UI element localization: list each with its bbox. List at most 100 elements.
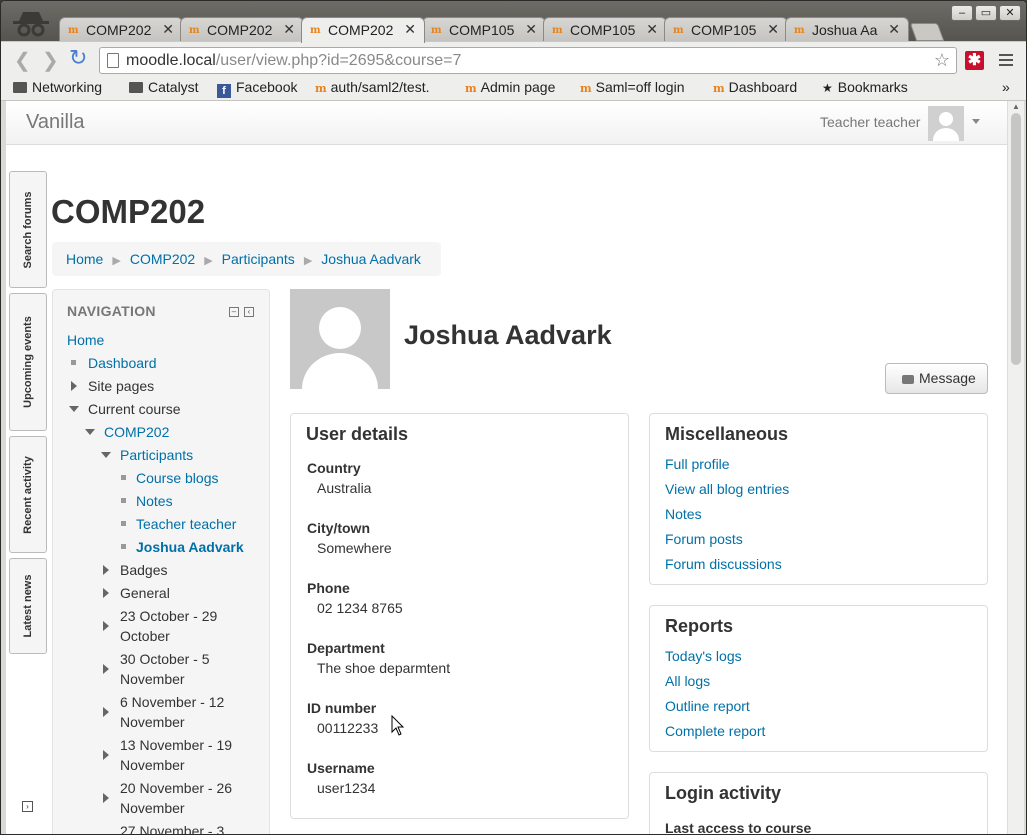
bookmark-admin-page[interactable]: m Admin page	[465, 79, 555, 95]
expand-arrow-icon[interactable]	[103, 621, 109, 631]
link-full-profile[interactable]: Full profile	[665, 456, 730, 472]
nav-week-1[interactable]: 23 October - 29 October	[120, 606, 217, 646]
breadcrumb-participants[interactable]: Participants	[222, 251, 295, 267]
bookmark-catalyst[interactable]: Catalyst	[129, 79, 199, 95]
expand-arrow-icon[interactable]	[71, 381, 77, 391]
collapse-arrow-icon[interactable]	[69, 406, 79, 412]
tab-3-active[interactable]: m COMP202 ✕	[301, 17, 425, 43]
minimize-button[interactable]: –	[951, 5, 973, 21]
bookmark-facebook[interactable]: f Facebook	[217, 79, 297, 98]
nav-participants[interactable]: Participants	[120, 445, 193, 465]
dock-upcoming-events[interactable]: Upcoming events	[9, 293, 47, 431]
nav-notes[interactable]: Notes	[136, 491, 173, 511]
nav-week-2[interactable]: 30 October - 5 November	[120, 649, 210, 689]
nav-course-comp202[interactable]: COMP202	[104, 422, 169, 442]
expand-arrow-icon[interactable]	[103, 565, 109, 575]
dock-block-icon[interactable]: ‹	[244, 307, 254, 317]
close-icon[interactable]: ✕	[767, 21, 779, 38]
link-complete-report[interactable]: Complete report	[665, 723, 765, 739]
nav-badges[interactable]: Badges	[120, 560, 167, 580]
country-label: Country	[307, 460, 361, 476]
breadcrumb-course[interactable]: COMP202	[130, 251, 195, 267]
tab-5[interactable]: m COMP105 ✕	[543, 17, 667, 43]
close-icon[interactable]: ✕	[888, 21, 900, 38]
expand-arrow-icon[interactable]	[103, 664, 109, 674]
dock-recent-activity[interactable]: Recent activity	[9, 436, 47, 553]
department-label: Department	[307, 640, 385, 656]
address-bar[interactable]: moodle.local/user/view.php?id=2695&cours…	[99, 47, 957, 74]
bookmark-dashboard[interactable]: m Dashboard	[713, 79, 797, 95]
bookmarks-overflow[interactable]: »	[1002, 79, 1010, 95]
close-icon[interactable]: ✕	[162, 21, 174, 38]
expand-arrow-icon[interactable]	[103, 793, 109, 803]
link-outline-report[interactable]: Outline report	[665, 698, 750, 714]
tab-1[interactable]: m COMP202 ✕	[59, 17, 183, 43]
expand-arrow-icon[interactable]	[103, 750, 109, 760]
tab-7[interactable]: m Joshua Aa ✕	[785, 17, 909, 43]
menu-icon[interactable]	[999, 54, 1013, 69]
collapse-arrow-icon[interactable]	[101, 452, 111, 458]
maximize-button[interactable]: ▭	[975, 5, 997, 21]
link-forum-posts[interactable]: Forum posts	[665, 531, 743, 547]
tab-4[interactable]: m COMP105 ✕	[422, 17, 546, 43]
nav-general[interactable]: General	[120, 583, 170, 603]
browser-toolbar: ❮ ❯ ↻ moodle.local/user/view.php?id=2695…	[1, 41, 1026, 77]
bookmark-bookmarks[interactable]: ★ Bookmarks	[822, 79, 908, 95]
reports-heading: Reports	[665, 616, 734, 636]
expand-arrow-icon[interactable]	[103, 588, 109, 598]
dock-expand-icon[interactable]: ›	[22, 801, 33, 812]
link-forum-discussions[interactable]: Forum discussions	[665, 556, 782, 572]
nav-dashboard[interactable]: Dashboard	[88, 353, 157, 373]
close-window-button[interactable]: ✕	[999, 5, 1021, 21]
nav-site-pages[interactable]: Site pages	[88, 376, 154, 396]
link-all-logs[interactable]: All logs	[665, 673, 710, 689]
nav-week-3[interactable]: 6 November - 12 November	[120, 692, 224, 732]
extension-icon[interactable]: ✱	[965, 51, 984, 70]
bookmark-star-icon[interactable]: ☆	[934, 50, 950, 71]
nav-current-course[interactable]: Current course	[88, 399, 181, 419]
close-icon[interactable]: ✕	[525, 21, 537, 38]
collapse-icon[interactable]: –	[229, 307, 239, 317]
scroll-up-icon[interactable]: ▲	[1012, 102, 1020, 111]
link-todays-logs[interactable]: Today's logs	[665, 648, 742, 664]
expand-arrow-icon[interactable]	[103, 707, 109, 717]
bookmark-saml-test[interactable]: m auth/saml2/test.	[315, 79, 455, 95]
chevron-down-icon[interactable]	[972, 119, 980, 124]
breadcrumb-separator-icon: ▶	[204, 255, 213, 267]
avatar[interactable]	[928, 106, 964, 141]
nav-week-4[interactable]: 13 November - 19 November	[120, 735, 232, 775]
scrollbar-thumb[interactable]	[1011, 113, 1021, 365]
nav-joshua-aadvark[interactable]: Joshua Aadvark	[136, 537, 244, 557]
collapse-arrow-icon[interactable]	[85, 429, 95, 435]
close-icon[interactable]: ✕	[404, 21, 416, 38]
link-notes[interactable]: Notes	[665, 506, 702, 522]
tab-6[interactable]: m COMP105 ✕	[664, 17, 788, 43]
reload-icon[interactable]: ↻	[69, 45, 87, 71]
dock-latest-news[interactable]: Latest news	[9, 558, 47, 654]
back-arrow-icon[interactable]: ❮	[14, 48, 31, 73]
link-blog-entries[interactable]: View all blog entries	[665, 481, 789, 497]
nav-teacher-teacher[interactable]: Teacher teacher	[136, 514, 236, 534]
breadcrumb-user[interactable]: Joshua Aadvark	[321, 251, 421, 267]
message-button[interactable]: Message	[885, 363, 988, 394]
tab-2[interactable]: m COMP202 ✕	[180, 17, 304, 43]
bookmark-saml-off[interactable]: m Saml=off login	[580, 79, 685, 95]
close-icon[interactable]: ✕	[646, 21, 658, 38]
folder-icon	[13, 82, 27, 93]
navigation-heading: NAVIGATION	[67, 303, 156, 319]
breadcrumb-home[interactable]: Home	[66, 251, 103, 267]
site-brand[interactable]: Vanilla	[26, 111, 85, 134]
nav-week-6[interactable]: 27 November - 3	[120, 821, 224, 834]
moodle-icon: m	[673, 25, 684, 36]
bookmark-networking[interactable]: Networking	[13, 79, 102, 95]
nav-week-5[interactable]: 20 November - 26 November	[120, 778, 232, 818]
dock-search-forums[interactable]: Search forums	[9, 171, 47, 288]
nav-course-blogs[interactable]: Course blogs	[136, 468, 219, 488]
page-scrollbar[interactable]: ▲	[1007, 101, 1024, 834]
new-tab-button[interactable]	[909, 23, 945, 41]
facebook-icon: f	[217, 84, 231, 98]
close-icon[interactable]: ✕	[283, 21, 295, 38]
user-menu-name[interactable]: Teacher teacher	[820, 114, 920, 130]
nav-home[interactable]: Home	[67, 330, 104, 350]
forward-arrow-icon[interactable]: ❯	[42, 48, 59, 73]
